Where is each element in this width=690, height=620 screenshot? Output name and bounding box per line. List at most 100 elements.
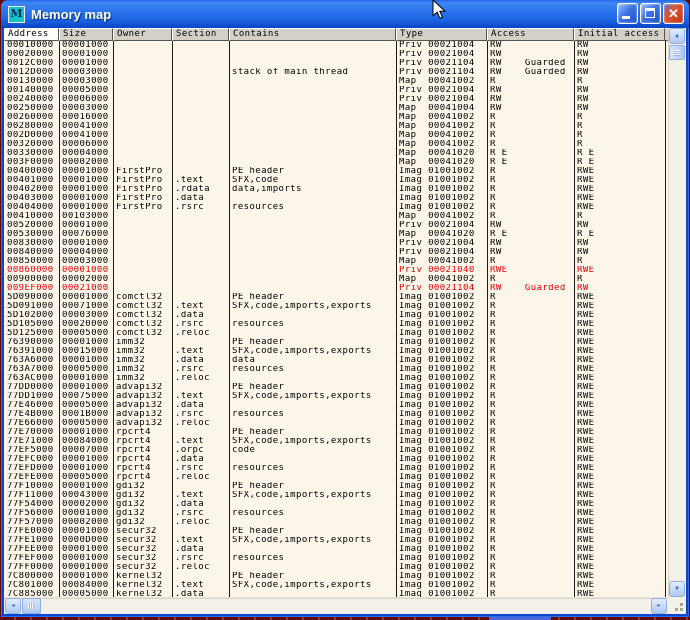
- table-row[interactable]: 0012C00000001000Priv 00021104RW GuardedR…: [4, 59, 669, 68]
- table-row[interactable]: 5D09100000071000comctl32.textSFX,code,im…: [4, 302, 669, 311]
- table-row[interactable]: 0033000000004000Map 00041020R ER E: [4, 149, 669, 158]
- table-row[interactable]: 7C88500000005000kernel32.dataImag 010010…: [4, 590, 669, 597]
- table-row[interactable]: 002D000000041000Map 00041002RR: [4, 131, 669, 140]
- cell-type: Imag 01001002: [396, 455, 487, 464]
- maximize-button[interactable]: [640, 3, 661, 24]
- table-row[interactable]: 763A700000005000imm32.rsrcresourcesImag …: [4, 365, 669, 374]
- table-row[interactable]: 0040400000001000FirstPro.rsrcresourcesIm…: [4, 203, 669, 212]
- vertical-scrollbar[interactable]: ▲ ▼: [668, 28, 686, 597]
- table-row[interactable]: 0013000000003000Map 00041002RR: [4, 77, 669, 86]
- table-row[interactable]: 77F5600000001000gdi32.rsrcresourcesImag …: [4, 509, 669, 518]
- cell-section: [172, 140, 229, 149]
- scroll-left-button[interactable]: ◄: [5, 598, 21, 614]
- table-row[interactable]: 77EFE00000005000rpcrt4.relocImag 0100100…: [4, 473, 669, 482]
- table-row[interactable]: 77FEE00000001000secur32.dataImag 0100100…: [4, 545, 669, 554]
- table-row[interactable]: 0041000000103000Map 00041002RR: [4, 212, 669, 221]
- table-row[interactable]: 77EFD00000001000rpcrt4.rsrcresourcesImag…: [4, 464, 669, 473]
- table-row[interactable]: 0014000000005000Priv 00021004RWRW: [4, 86, 669, 95]
- table-row[interactable]: 0052000000001000Priv 00021004RWRW: [4, 221, 669, 230]
- table-body[interactable]: 0001000000001000Priv 00021004RWRW0002000…: [4, 41, 669, 597]
- table-row[interactable]: 0024000000006000Priv 00021004RWRW: [4, 95, 669, 104]
- cell-size: 00001000: [59, 239, 113, 248]
- cell-section: .orpc: [172, 446, 229, 455]
- cell-initial_access: RWE: [574, 176, 665, 185]
- table-row[interactable]: 77EF500000007000rpcrt4.orpccodeImag 0100…: [4, 446, 669, 455]
- minimize-button[interactable]: [617, 3, 638, 24]
- table-row[interactable]: 5D10200000003000comctl32.dataImag 010010…: [4, 311, 669, 320]
- table-row[interactable]: 0090000000002000Map 00041002RR: [4, 275, 669, 284]
- cell-size: 00001000: [59, 185, 113, 194]
- table-row[interactable]: 0028000000041000Map 00041002RR: [4, 122, 669, 131]
- column-header-owner[interactable]: Owner: [113, 28, 172, 41]
- table-row[interactable]: 0032000000006000Map 00041002RR: [4, 140, 669, 149]
- table-row[interactable]: 77FF000000001000secur32.relocImag 010010…: [4, 563, 669, 572]
- table-row[interactable]: 0026000000016000Map 00041002RR: [4, 113, 669, 122]
- horizontal-scroll-thumb[interactable]: [22, 598, 41, 614]
- table-row[interactable]: 0002000000001000Priv 00021004RWRW: [4, 50, 669, 59]
- table-row[interactable]: 0001000000001000Priv 00021004RWRW: [4, 41, 669, 50]
- table-row[interactable]: 77F1000000001000gdi32PE headerImag 01001…: [4, 482, 669, 491]
- table-row[interactable]: 7639000000001000imm32PE headerImag 01001…: [4, 338, 669, 347]
- table-row[interactable]: 0083000000001000Priv 00021004RWRW: [4, 239, 669, 248]
- scroll-down-button[interactable]: ▼: [669, 581, 685, 597]
- table-row[interactable]: 77E7000000001000rpcrt4PE headerImag 0100…: [4, 428, 669, 437]
- table-row[interactable]: 0040100000001000FirstPro.textSFX,codeIma…: [4, 176, 669, 185]
- cell-contains: [229, 131, 396, 140]
- table-row[interactable]: 0040300000001000FirstPro.dataImag 010010…: [4, 194, 669, 203]
- table-row[interactable]: 0040000000001000FirstProPE headerImag 01…: [4, 167, 669, 176]
- table-row[interactable]: 009EF00000021000Priv 00021104RW GuardedR…: [4, 284, 669, 293]
- table-row[interactable]: 5D12500000005000comctl32.relocImag 01001…: [4, 329, 669, 338]
- column-header-address[interactable]: Address: [4, 28, 59, 41]
- cell-access: R: [487, 329, 574, 338]
- table-row[interactable]: 77FE10000000D000secur32.textSFX,code,imp…: [4, 536, 669, 545]
- table-row[interactable]: 7C80000000001000kernel32PE headerImag 01…: [4, 572, 669, 581]
- table-row[interactable]: 0025000000003000Map 00041004RWRW: [4, 104, 669, 113]
- column-header-contains[interactable]: Contains: [229, 28, 396, 41]
- close-button[interactable]: ✕: [663, 3, 684, 24]
- table-row[interactable]: 5D09000000001000comctl32PE headerImag 01…: [4, 293, 669, 302]
- cell-access: RW: [487, 221, 574, 230]
- cell-section: [172, 68, 229, 77]
- table-row[interactable]: 77EFC00000001000rpcrt4.dataImag 01001002…: [4, 455, 669, 464]
- table-row[interactable]: 5D10500000020000comctl32.rsrcresourcesIm…: [4, 320, 669, 329]
- column-header-type[interactable]: Type: [396, 28, 487, 41]
- title-bar[interactable]: M Memory map ✕: [1, 0, 689, 28]
- table-row[interactable]: 0084000000004000Priv 00021004RWRW: [4, 248, 669, 257]
- table-row[interactable]: 7639100000015000imm32.textSFX,code,impor…: [4, 347, 669, 356]
- scroll-up-icon: ▲: [675, 32, 679, 39]
- horizontal-scrollbar[interactable]: ◄ ►: [4, 597, 669, 614]
- column-header-initial-access[interactable]: Initial access: [574, 28, 665, 41]
- table-row[interactable]: 77DD100000075000advapi32.textSFX,code,im…: [4, 392, 669, 401]
- vertical-scroll-thumb[interactable]: [669, 45, 685, 60]
- table-row[interactable]: 77E7100000084000rpcrt4.textSFX,code,impo…: [4, 437, 669, 446]
- table-row[interactable]: 0053000000076000Map 00041020R ER E: [4, 230, 669, 239]
- cell-access: R: [487, 194, 574, 203]
- table-row[interactable]: 77E6600000005000advapi32.relocImag 01001…: [4, 419, 669, 428]
- column-header-size[interactable]: Size: [59, 28, 113, 41]
- table-row[interactable]: 763AC00000001000imm32.relocImag 01001002…: [4, 374, 669, 383]
- table-row[interactable]: 77E4600000005000advapi32.dataImag 010010…: [4, 401, 669, 410]
- table-row[interactable]: 77F1100000043000gdi32.textSFX,code,impor…: [4, 491, 669, 500]
- table-row[interactable]: 77FE000000001000secur32PE headerImag 010…: [4, 527, 669, 536]
- scroll-up-button[interactable]: ▲: [669, 28, 685, 44]
- table-row[interactable]: 77DD000000001000advapi32PE headerImag 01…: [4, 383, 669, 392]
- table-row[interactable]: 0012D00000003000stack of main threadPriv…: [4, 68, 669, 77]
- table-row[interactable]: 77E4B0000001B000advapi32.rsrcresourcesIm…: [4, 410, 669, 419]
- table-row[interactable]: 7C80100000084000kernel32.textSFX,code,im…: [4, 581, 669, 590]
- column-header-access[interactable]: Access: [487, 28, 574, 41]
- cell-size: 00001000: [59, 41, 113, 50]
- table-row[interactable]: 0040200000001000FirstPro.rdatadata,impor…: [4, 185, 669, 194]
- table-row[interactable]: 763A600000001000imm32.datadataImag 01001…: [4, 356, 669, 365]
- table-row[interactable]: 77F5400000002000gdi32.dataImag 01001002R…: [4, 500, 669, 509]
- cell-access: R: [487, 419, 574, 428]
- table-row[interactable]: 003F000000002000Map 00041020R ER E: [4, 158, 669, 167]
- column-header-section[interactable]: Section: [172, 28, 229, 41]
- cell-access: R: [487, 257, 574, 266]
- table-row[interactable]: 0085000000003000Map 00041002RR: [4, 257, 669, 266]
- table-row[interactable]: 77F5700000002000gdi32.relocImag 01001002…: [4, 518, 669, 527]
- resize-grip[interactable]: [668, 597, 686, 614]
- table-row[interactable]: 0086000000001000Priv 00021040RWERWE: [4, 266, 669, 275]
- cell-access: R: [487, 320, 574, 329]
- scroll-right-button[interactable]: ►: [651, 598, 667, 614]
- table-row[interactable]: 77FEF00000001000secur32.rsrcresourcesIma…: [4, 554, 669, 563]
